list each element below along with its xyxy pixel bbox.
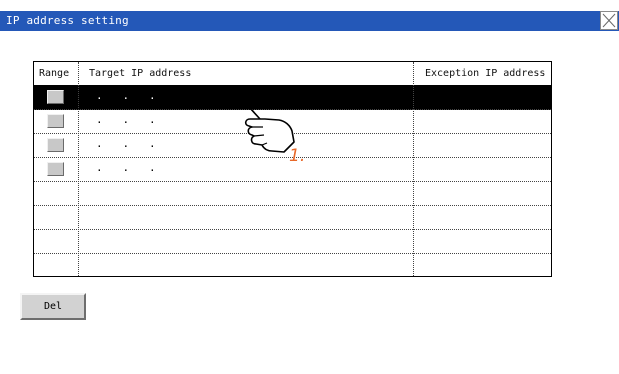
title-bar: IP address setting xyxy=(0,11,619,31)
row-divider xyxy=(34,229,551,230)
table-row[interactable] xyxy=(34,230,551,254)
table-row[interactable] xyxy=(34,254,551,278)
range-checkbox[interactable] xyxy=(47,90,64,104)
step-label: 1. xyxy=(289,146,306,166)
close-icon xyxy=(602,13,616,28)
table-row[interactable] xyxy=(34,206,551,230)
row-divider xyxy=(34,85,551,86)
target-ip-cell[interactable]: . . . xyxy=(96,89,156,102)
row-divider xyxy=(34,181,551,182)
row-divider xyxy=(34,253,551,254)
target-ip-cell[interactable]: . . . xyxy=(96,113,156,126)
range-checkbox[interactable] xyxy=(47,138,64,152)
delete-button[interactable]: Del xyxy=(20,293,86,320)
column-divider-target xyxy=(413,62,414,276)
window-title: IP address setting xyxy=(6,14,129,27)
header-target-ip: Target IP address xyxy=(89,68,192,79)
target-ip-cell[interactable]: . . . xyxy=(96,137,156,150)
header-range: Range xyxy=(39,68,70,79)
range-checkbox[interactable] xyxy=(47,114,64,128)
column-divider-range xyxy=(78,62,79,276)
header-exception-ip: Exception IP address xyxy=(425,68,546,79)
target-ip-cell[interactable]: . . . xyxy=(96,161,156,174)
close-button[interactable] xyxy=(600,11,618,30)
range-checkbox[interactable] xyxy=(47,162,64,176)
row-divider xyxy=(34,205,551,206)
table-row[interactable] xyxy=(34,182,551,206)
